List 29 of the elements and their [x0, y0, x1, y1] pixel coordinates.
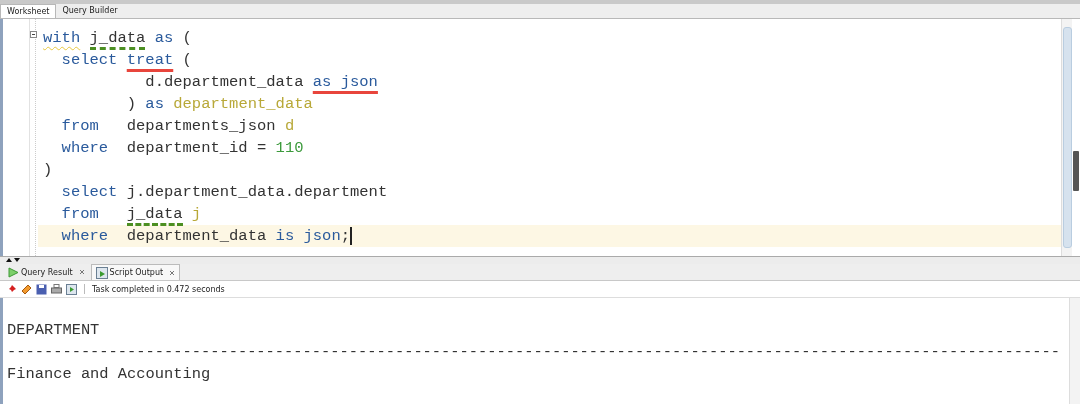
- print-button[interactable]: [51, 283, 62, 295]
- output-line: Finance and Accounting: [7, 364, 212, 385]
- code-line: d.department_data as json: [144, 72, 379, 93]
- code-line: ): [42, 160, 54, 181]
- code-line: from departments_json d: [60, 116, 296, 137]
- code-line: ) as department_data: [125, 94, 314, 115]
- close-icon[interactable]: [169, 269, 176, 276]
- code-line: where department_id = 110: [60, 138, 305, 159]
- collapse-icon[interactable]: [30, 31, 37, 38]
- editor-tab[interactable]: Worksheet: [0, 4, 57, 18]
- code-line: select treat (: [60, 50, 193, 71]
- output-line: ------------------------------------------------------------------------------------------------------------------: [7, 342, 1061, 363]
- scrollbar[interactable]: [1061, 19, 1072, 256]
- splitter-arrows-icon[interactable]: [6, 257, 20, 263]
- editor-tab[interactable]: Query Builder: [56, 4, 124, 18]
- eraser-button[interactable]: [21, 283, 32, 295]
- output-line: DEPARTMENT: [7, 320, 101, 341]
- script-output-icon: [95, 266, 108, 279]
- result-tab[interactable]: Query Result: [4, 264, 89, 280]
- play-icon: [8, 266, 19, 278]
- save-button[interactable]: [36, 283, 47, 295]
- scroll-marker-icon: [1073, 151, 1079, 191]
- close-icon[interactable]: [78, 269, 85, 275]
- status-text: Task completed in 0.472 seconds: [92, 284, 225, 294]
- code-line: with j_data as (: [38, 27, 1061, 49]
- code-line: select j.department_data.department: [60, 182, 389, 203]
- result-tab[interactable]: Script Output: [90, 264, 181, 280]
- scrollbar[interactable]: [1069, 298, 1080, 404]
- script-button[interactable]: [66, 283, 77, 295]
